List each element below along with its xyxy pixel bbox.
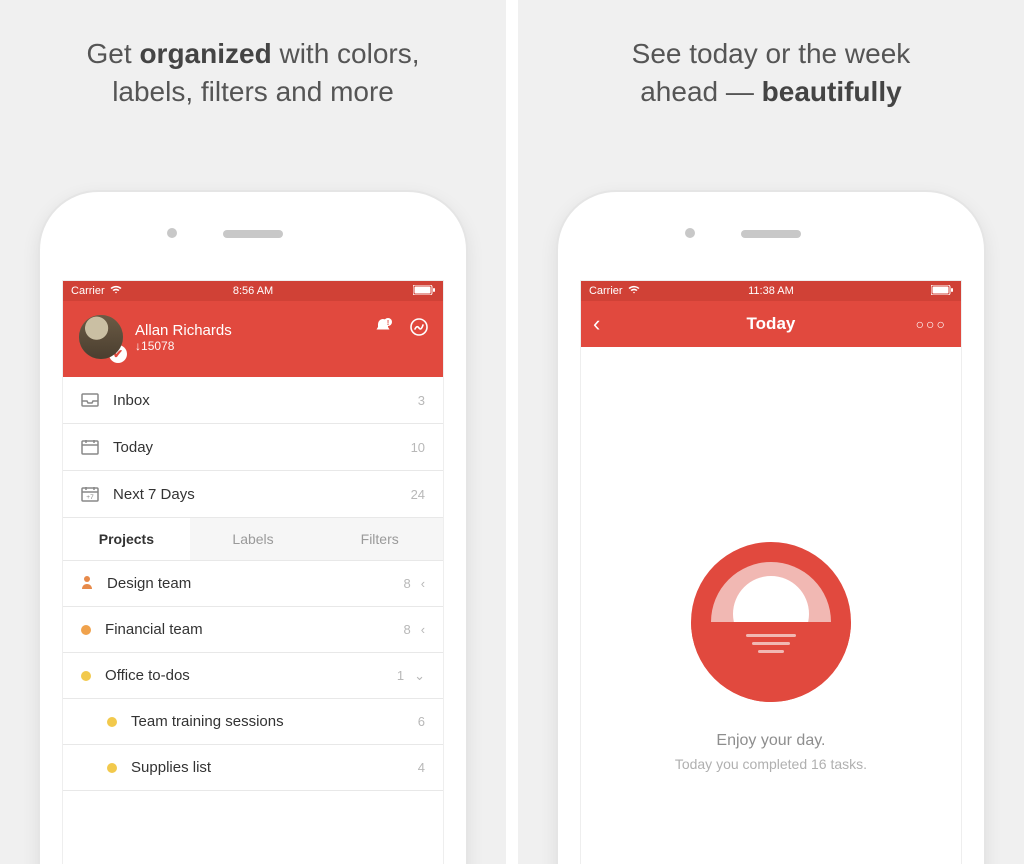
chevron-left-icon: ‹ [421, 622, 425, 637]
user-header: ✔ Allan Richards ↓15078 ! [63, 301, 443, 377]
person-icon [81, 575, 93, 592]
productivity-icon[interactable] [409, 317, 429, 342]
project-color-dot [81, 671, 91, 681]
right-headline: See today or the week ahead — beautifull… [538, 35, 1004, 111]
carrier-label: Carrier [589, 285, 623, 297]
user-score: ↓15078 [135, 339, 232, 353]
today-header: ‹ Today ○○○ [581, 301, 961, 347]
project-subitem[interactable]: Team training sessions 6 [63, 699, 443, 745]
nav-count: 10 [411, 440, 425, 455]
battery-icon [931, 285, 953, 298]
project-label: Financial team [105, 621, 203, 638]
phone-frame-right: Carrier 11:38 AM ‹ Today ○ [556, 190, 986, 864]
project-color-dot [81, 625, 91, 635]
more-icon[interactable]: ○○○ [916, 316, 947, 332]
empty-state-subtitle: Today you completed 16 tasks. [675, 756, 867, 772]
karma-badge-icon: ✔ [109, 345, 127, 363]
nav-inbox[interactable]: Inbox 3 [63, 377, 443, 424]
nav-label: Inbox [113, 392, 150, 409]
calendar-today-icon [81, 438, 99, 456]
project-label: Design team [107, 575, 191, 592]
wifi-icon [628, 285, 640, 297]
tab-labels[interactable]: Labels [190, 518, 317, 560]
empty-state-title: Enjoy your day. [675, 732, 867, 750]
project-label: Team training sessions [131, 713, 284, 730]
phone-frame-left: Carrier 8:56 AM ✔ [38, 190, 468, 864]
project-label: Office to-dos [105, 667, 190, 684]
battery-icon [413, 285, 435, 298]
screen-left: Carrier 8:56 AM ✔ [62, 280, 444, 864]
avatar[interactable]: ✔ [79, 315, 123, 359]
screen-right: Carrier 11:38 AM ‹ Today ○ [580, 280, 962, 864]
project-color-dot [107, 763, 117, 773]
project-item[interactable]: Design team 8‹ [63, 561, 443, 607]
left-headline: Get organized with colors, labels, filte… [20, 35, 486, 111]
nav-next7[interactable]: +7 Next 7 Days 24 [63, 471, 443, 518]
notifications-icon[interactable]: ! [373, 317, 393, 342]
sunset-illustration [691, 542, 851, 702]
tab-projects[interactable]: Projects [63, 518, 190, 560]
chevron-left-icon: ‹ [421, 576, 425, 591]
project-color-dot [107, 717, 117, 727]
nav-label: Next 7 Days [113, 486, 195, 503]
inbox-icon [81, 391, 99, 409]
chevron-down-icon: ⌄ [414, 668, 425, 684]
tab-filters[interactable]: Filters [316, 518, 443, 560]
status-time: 8:56 AM [233, 285, 273, 297]
status-bar: Carrier 8:56 AM [63, 281, 443, 301]
nav-count: 3 [418, 393, 425, 408]
project-item[interactable]: Financial team 8‹ [63, 607, 443, 653]
status-time: 11:38 AM [748, 285, 794, 297]
nav-today[interactable]: Today 10 [63, 424, 443, 471]
tabs: Projects Labels Filters [63, 518, 443, 561]
svg-text:!: ! [387, 320, 389, 327]
status-bar: Carrier 11:38 AM [581, 281, 961, 301]
page-title: Today [747, 314, 796, 334]
right-pane: See today or the week ahead — beautifull… [518, 0, 1024, 864]
left-pane: Get organized with colors, labels, filte… [0, 0, 506, 864]
project-label: Supplies list [131, 759, 211, 776]
carrier-label: Carrier [71, 285, 105, 297]
project-item[interactable]: Office to-dos 1⌄ [63, 653, 443, 699]
wifi-icon [110, 285, 122, 297]
user-name: Allan Richards [135, 322, 232, 339]
nav-label: Today [113, 439, 153, 456]
calendar-week-icon: +7 [81, 485, 99, 503]
nav-count: 24 [411, 487, 425, 502]
project-subitem[interactable]: Supplies list 4 [63, 745, 443, 791]
back-icon[interactable]: ‹ [593, 311, 600, 337]
pane-divider [506, 0, 518, 864]
svg-text:+7: +7 [86, 494, 94, 501]
